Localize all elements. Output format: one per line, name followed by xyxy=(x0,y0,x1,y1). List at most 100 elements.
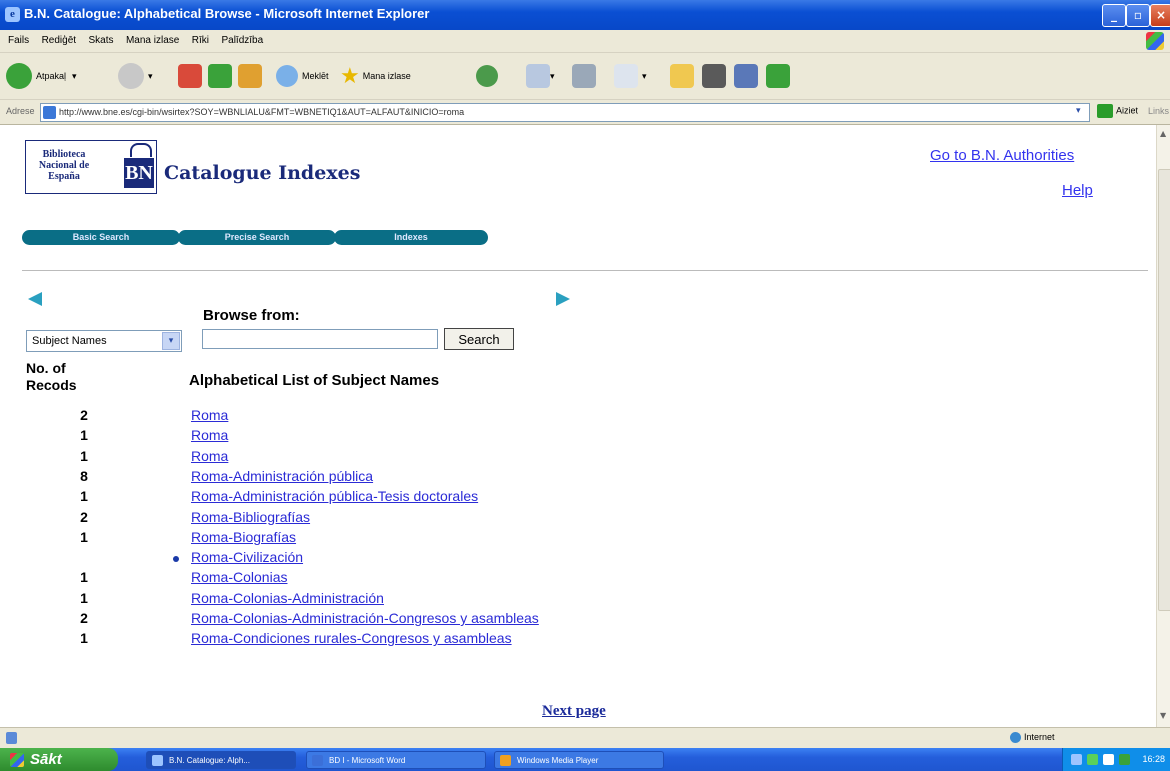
list-item: 8 Roma-Administración pública xyxy=(0,468,900,488)
menu-tools[interactable]: Rīki xyxy=(192,30,209,52)
minimize-button[interactable]: _ xyxy=(1102,4,1126,27)
research-button[interactable] xyxy=(702,61,726,91)
menu-edit[interactable]: Rediģēt xyxy=(42,30,76,52)
scroll-up-icon[interactable]: ▲ xyxy=(1160,129,1166,138)
subject-link[interactable]: Roma-Colonias xyxy=(191,569,287,585)
messenger-button[interactable] xyxy=(734,61,758,91)
menu-view[interactable]: Skats xyxy=(89,30,114,52)
browse-input[interactable] xyxy=(202,329,438,349)
search-submit-button[interactable]: Search xyxy=(444,328,514,350)
subject-link[interactable]: Roma xyxy=(191,407,228,423)
volume-icon[interactable] xyxy=(1103,754,1114,765)
title-bar: e B.N. Catalogue: Alphabetical Browse - … xyxy=(0,0,1170,30)
edit-icon xyxy=(614,64,638,88)
close-button[interactable]: × xyxy=(1150,4,1170,27)
record-count: 1 xyxy=(80,630,88,647)
basic-search-button[interactable]: Basic Search xyxy=(22,230,180,245)
authorities-link[interactable]: Go to B.N. Authorities xyxy=(930,147,1074,164)
forward-button[interactable]: ▾ xyxy=(118,61,153,91)
divider xyxy=(22,270,1148,271)
current-position-bullet-icon xyxy=(173,556,179,563)
edit-button[interactable]: ▾ xyxy=(614,61,647,91)
links-label[interactable]: Links xyxy=(1148,106,1169,116)
record-count: 1 xyxy=(80,589,88,606)
back-arrow-icon xyxy=(6,63,32,89)
word-task-icon xyxy=(312,755,323,766)
task-mediaplayer-label: Windows Media Player xyxy=(517,756,599,765)
address-field[interactable]: http://www.bne.es/cgi-bin/wsirtex?SOY=WB… xyxy=(40,103,1090,122)
back-dropdown-icon[interactable]: ▾ xyxy=(72,71,77,82)
subject-link[interactable]: Roma-Civilización xyxy=(191,549,303,565)
forward-dropdown-icon[interactable]: ▾ xyxy=(148,71,153,82)
system-tray: 16:28 xyxy=(1062,748,1170,771)
subject-link[interactable]: Roma xyxy=(191,427,228,443)
index-type-select[interactable]: Subject Names ▾ xyxy=(26,330,182,352)
record-count: 1 xyxy=(80,488,88,505)
task-mediaplayer-window[interactable]: Windows Media Player xyxy=(494,751,664,769)
toolbar: Atpakaļ ▾ ▾ Meklēt ★ Mana izlase ▾ ▾ xyxy=(0,53,1170,100)
subject-link[interactable]: Roma-Condiciones rurales-Congresos y asa… xyxy=(191,630,512,646)
subject-link[interactable]: Roma xyxy=(191,448,228,464)
page-status-icon xyxy=(6,732,17,744)
subject-link[interactable]: Roma-Colonias-Administración-Congresos y… xyxy=(191,610,539,626)
vertical-scrollbar[interactable]: ▲ ▼ xyxy=(1156,125,1170,727)
history-icon xyxy=(476,65,498,87)
chevron-down-icon[interactable]: ▾ xyxy=(162,332,180,350)
folder-icon xyxy=(670,64,694,88)
task-ie-window[interactable]: B.N. Catalogue: Alph... xyxy=(146,751,296,769)
windows-logo-icon xyxy=(1146,32,1164,50)
window-title: B.N. Catalogue: Alphabetical Browse - Mi… xyxy=(24,6,430,21)
previous-page-arrow-icon[interactable] xyxy=(28,292,42,306)
globe-icon xyxy=(1010,732,1021,744)
address-bar: Adrese http://www.bne.es/cgi-bin/wsirtex… xyxy=(0,100,1170,125)
go-button[interactable]: Aiziet xyxy=(1097,104,1138,118)
print-icon xyxy=(572,64,596,88)
bne-logo[interactable]: Biblioteca Nacional de España BN xyxy=(25,140,157,194)
refresh-button[interactable] xyxy=(208,61,232,91)
subject-link[interactable]: Roma-Colonias-Administración xyxy=(191,590,384,606)
maximize-button[interactable]: ▫ xyxy=(1126,4,1150,27)
folder-button[interactable] xyxy=(670,61,694,91)
subject-link[interactable]: Roma-Administración pública xyxy=(191,468,373,484)
zone-label: Internet xyxy=(1024,732,1055,742)
next-page-link[interactable]: Next page xyxy=(542,703,606,720)
list-item: 1 Roma xyxy=(0,448,900,468)
subject-link[interactable]: Roma-Bibliografías xyxy=(191,509,310,525)
record-count: 2 xyxy=(80,407,88,423)
history-button[interactable] xyxy=(476,61,502,91)
messenger-icon[interactable] xyxy=(1119,754,1130,765)
task-word-window[interactable]: BD I - Microsoft Word xyxy=(306,751,486,769)
next-page-arrow-icon[interactable] xyxy=(556,292,570,306)
scroll-down-icon[interactable]: ▼ xyxy=(1160,711,1166,720)
start-button[interactable]: Sākt xyxy=(0,748,118,771)
menu-file[interactable]: Fails xyxy=(8,30,29,52)
browse-from-label: Browse from: xyxy=(203,307,300,324)
network-icon[interactable] xyxy=(1071,754,1082,765)
precise-search-button[interactable]: Precise Search xyxy=(178,230,336,245)
indexes-button[interactable]: Indexes xyxy=(334,230,488,245)
record-count: 2 xyxy=(80,508,88,525)
mail-button[interactable]: ▾ xyxy=(526,61,555,91)
security-icon[interactable] xyxy=(1087,754,1098,765)
record-count-header: No. of Recods xyxy=(26,360,77,393)
scroll-thumb[interactable] xyxy=(1158,169,1170,611)
index-type-value: Subject Names xyxy=(32,335,107,347)
record-count: 1 xyxy=(80,427,88,444)
back-button[interactable]: Atpakaļ ▾ xyxy=(6,61,77,91)
print-button[interactable] xyxy=(572,61,596,91)
home-button[interactable] xyxy=(238,61,262,91)
logo-text: Biblioteca Nacional de España xyxy=(38,149,90,182)
subject-link[interactable]: Roma-Administración pública-Tesis doctor… xyxy=(191,488,478,504)
favorites-button[interactable]: ★ Mana izlase xyxy=(340,61,411,91)
list-item: 1 Roma-Administración pública-Tesis docto… xyxy=(0,488,900,508)
address-dropdown-icon[interactable]: ▾ xyxy=(1076,106,1081,116)
users-button[interactable] xyxy=(766,61,790,91)
refresh-icon xyxy=(208,64,232,88)
stop-button[interactable] xyxy=(178,61,202,91)
search-label: Meklēt xyxy=(302,71,329,81)
help-link[interactable]: Help xyxy=(1062,182,1093,199)
menu-favorites[interactable]: Mana izlase xyxy=(126,30,179,52)
subject-link[interactable]: Roma-Biografías xyxy=(191,529,296,545)
menu-help[interactable]: Palīdzība xyxy=(221,30,263,52)
search-button[interactable]: Meklēt xyxy=(276,61,329,91)
